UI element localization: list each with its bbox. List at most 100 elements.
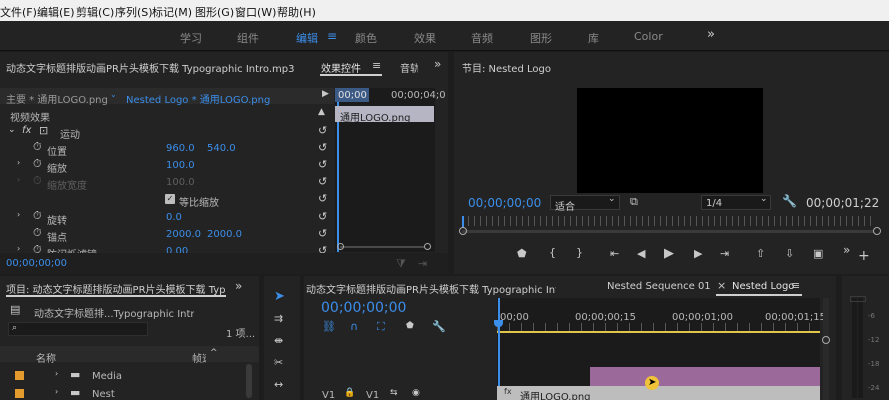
menu-help[interactable]: 帮助(H) <box>277 4 316 20</box>
project-scrollbar[interactable] <box>246 364 252 398</box>
workspace-audio[interactable]: 音频 <box>471 30 493 46</box>
wrench-icon[interactable]: 🔧 <box>782 195 797 207</box>
anchor-x-value[interactable]: 2000.0 <box>166 229 201 240</box>
column-rate-header[interactable]: 帧速率 <box>192 350 206 365</box>
effect-controls-timecode[interactable]: 00;00;00;00 <box>6 258 67 269</box>
track-v1-label[interactable]: V1 <box>322 390 335 400</box>
program-timecode[interactable]: 00;00;00;00 <box>468 196 541 210</box>
menu-clip[interactable]: 剪辑(C) <box>76 4 114 20</box>
label-color-swatch[interactable] <box>15 389 24 398</box>
timeline-vscroll[interactable] <box>823 298 829 400</box>
transform-icon[interactable]: ⊡ <box>39 125 48 136</box>
vscroll-handle[interactable] <box>822 336 830 344</box>
menu-graphics[interactable]: 图形(G) <box>195 4 234 20</box>
clip-dropdown-icon[interactable]: ⌄ <box>110 91 117 99</box>
work-area-bar[interactable] <box>497 331 820 333</box>
panel-menu-icon[interactable]: ≡ <box>791 280 800 291</box>
add-marker-icon[interactable]: ⬟ <box>406 322 414 331</box>
label-color-swatch[interactable] <box>15 371 24 380</box>
settings-square-icon[interactable]: ⧉ <box>630 196 638 207</box>
add-button-icon[interactable]: + <box>858 249 870 263</box>
collapse-chevron-icon[interactable]: ⌄ <box>8 126 16 135</box>
nest-toggle-icon[interactable]: ⛓ <box>322 321 336 332</box>
menu-marker[interactable]: 标记(M) <box>152 4 192 20</box>
track-select-icon[interactable]: ⇉ <box>274 313 283 324</box>
workspace-menu-icon[interactable]: ≡ <box>327 29 337 43</box>
razor-tool-icon[interactable]: ✂ <box>274 357 283 368</box>
sync-lock-icon[interactable]: ⇆ <box>390 389 398 398</box>
menu-seq[interactable]: 序列(S) <box>115 4 153 20</box>
sort-arrow-icon[interactable]: ^ <box>210 349 218 358</box>
expand-chevron-icon[interactable]: › <box>17 176 20 184</box>
track-v1-target[interactable]: V1 <box>366 390 379 400</box>
workspace-editing[interactable]: 编辑 <box>296 30 318 46</box>
workspace-assembly[interactable]: 组件 <box>237 30 259 46</box>
scale-value[interactable]: 100.0 <box>166 160 195 171</box>
stopwatch-icon[interactable]: ⏱ <box>33 158 42 169</box>
step-back-icon[interactable]: ◀ <box>637 248 645 259</box>
workspace-graphics[interactable]: 图形 <box>530 30 552 46</box>
stopwatch-icon[interactable]: ⏱ <box>33 227 42 238</box>
program-zoom-bar[interactable] <box>462 230 874 233</box>
export-icon[interactable]: ⇥ <box>418 258 427 269</box>
more-icon[interactable]: » <box>843 244 850 256</box>
reset-icon[interactable]: ↺ <box>318 141 327 154</box>
linked-selection-icon[interactable]: ⛶ <box>377 321 385 332</box>
reset-icon[interactable]: ↺ <box>318 158 327 171</box>
reset-icon[interactable]: ↺ <box>318 192 327 205</box>
marker-icon[interactable]: ⬟ <box>517 248 527 259</box>
go-to-in-icon[interactable]: ⇤ <box>610 248 619 259</box>
close-icon[interactable]: × <box>717 280 726 291</box>
zoom-left-handle[interactable] <box>459 227 467 235</box>
ripple-edit-icon[interactable]: ⇼ <box>274 335 283 346</box>
timeline-ruler[interactable] <box>497 323 820 331</box>
fx-icon[interactable]: fx <box>22 126 31 136</box>
more-tabs-icon[interactable]: » <box>235 280 242 292</box>
menu-window[interactable]: 窗口(W) <box>235 4 276 20</box>
rotation-value[interactable]: 0.0 <box>166 212 182 223</box>
program-video-frame[interactable] <box>577 88 763 193</box>
project-search-input[interactable] <box>8 322 148 336</box>
extract-icon[interactable]: ⇩ <box>785 248 794 259</box>
expand-chevron-icon[interactable]: › <box>17 245 20 253</box>
expand-chevron-icon[interactable]: › <box>55 388 58 396</box>
tab-audio-track[interactable]: 音轨 <box>400 60 418 75</box>
position-x-value[interactable]: 960.0 <box>166 143 195 154</box>
tab-effect-controls[interactable]: 效果控件 <box>321 60 361 75</box>
reset-icon[interactable]: ↺ <box>318 175 327 188</box>
slip-tool-icon[interactable]: ↔ <box>274 379 283 390</box>
selection-tool-icon[interactable]: ➤ <box>274 290 285 303</box>
mini-scroll-right-handle[interactable] <box>424 243 431 250</box>
expand-chevron-icon[interactable]: › <box>17 211 20 219</box>
timeline-playhead[interactable] <box>498 298 500 400</box>
workspace-libraries[interactable]: 库 <box>588 30 599 46</box>
play-icon[interactable]: ▶ <box>664 247 674 260</box>
workspace-more-icon[interactable]: » <box>707 27 715 42</box>
more-tabs-icon[interactable]: » <box>434 58 441 70</box>
master-clip-label[interactable]: 主要 * 通用LOGO.png <box>6 91 108 106</box>
menu-edit[interactable]: 编辑(E) <box>37 4 75 20</box>
lock-icon[interactable]: 🔒 <box>344 389 355 398</box>
zoom-right-handle[interactable] <box>873 227 881 235</box>
meter-clip-indicator[interactable] <box>850 296 866 302</box>
workspace-learn[interactable]: 学习 <box>180 30 202 46</box>
mini-scroll-left-handle[interactable] <box>337 243 344 250</box>
column-name-header[interactable]: 名称 <box>36 350 56 365</box>
tab-nested-logo[interactable]: Nested Logo <box>732 281 794 292</box>
expand-arrow-icon[interactable]: ▶ <box>322 90 329 99</box>
anchor-y-value[interactable]: 2000.0 <box>207 229 242 240</box>
lift-icon[interactable]: ⇧ <box>756 248 765 259</box>
mini-playhead[interactable] <box>337 102 339 252</box>
expand-chevron-icon[interactable]: › <box>17 159 20 167</box>
position-y-value[interactable]: 540.0 <box>207 143 236 154</box>
timeline-source-tab[interactable]: 动态文字标题排版动画PR片头模板下载 Typographic Intro <box>306 281 556 296</box>
source-tab[interactable]: 动态文字标题排版动画PR片头模板下载 Typographic Intro.mp3 <box>6 60 316 75</box>
go-to-out-icon[interactable]: ⇥ <box>720 248 729 259</box>
uniform-scale-checkbox[interactable]: ✓ <box>165 194 175 204</box>
workspace-color-en[interactable]: Color <box>634 30 663 43</box>
workspace-effects[interactable]: 效果 <box>414 30 436 46</box>
project-title[interactable]: 项目: 动态文字标题排版动画PR片头模板下载 Typographic Intro… <box>6 281 226 296</box>
scroll-up-icon[interactable]: ▲ <box>318 108 325 117</box>
reset-icon[interactable]: ↺ <box>318 227 327 240</box>
program-monitor-title[interactable]: 节目: Nested Logo <box>462 60 551 75</box>
